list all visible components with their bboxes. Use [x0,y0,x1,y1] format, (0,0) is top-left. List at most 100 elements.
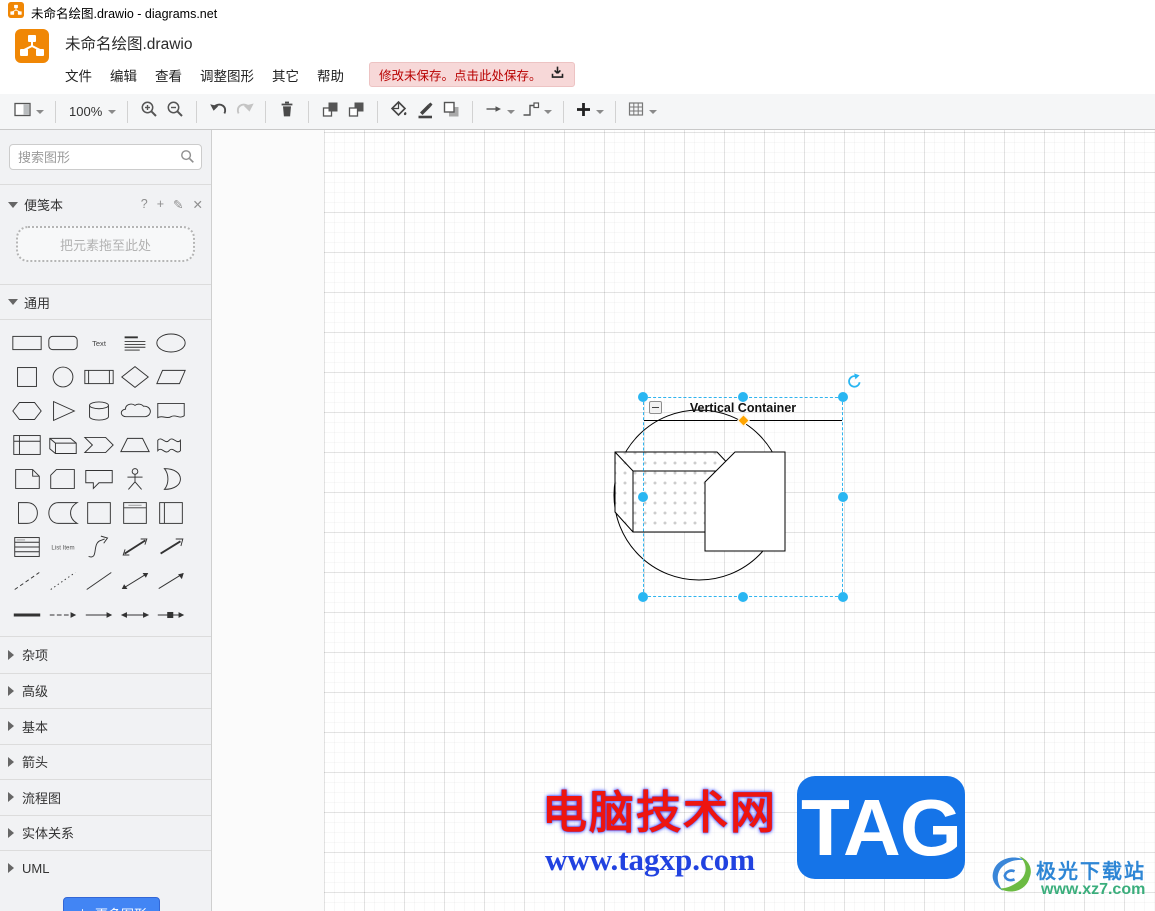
help-icon[interactable]: ? [141,197,148,212]
delete-button[interactable] [274,98,300,126]
selection-handle-s[interactable] [738,592,748,602]
palette-shape-list-item[interactable]: List Item [45,530,81,564]
palette-shape-tape[interactable] [153,428,189,462]
zoom-level-button[interactable]: 100% [64,98,119,126]
palette-shape-directional-connector[interactable] [153,564,189,598]
palette-shape-bidirectional-connector[interactable] [117,564,153,598]
shadow-button[interactable] [438,98,464,126]
table-button[interactable] [624,98,660,126]
palette-shape-cube[interactable] [45,428,81,462]
waypoints-button[interactable] [518,98,555,126]
palette-shape-horizontal-container[interactable] [153,496,189,530]
selection-handle-sw[interactable] [638,592,648,602]
menu-item-0[interactable]: 文件 [65,65,92,85]
line-color-button[interactable] [412,98,438,126]
view-panels-button[interactable] [10,98,47,126]
to-front-button[interactable] [317,98,343,126]
palette-shape-arrow-box[interactable] [153,598,189,632]
palette-shape-arrow[interactable] [153,530,189,564]
palette-shape-square[interactable] [9,360,45,394]
palette-shape-hexagon[interactable] [9,394,45,428]
palette-shape-actor[interactable] [117,462,153,496]
add-icon[interactable]: + [157,197,164,212]
palette-shape-link[interactable] [9,598,45,632]
close-icon[interactable]: ✕ [193,197,203,212]
selection-handle-e[interactable] [838,492,848,502]
sidebar-section-1[interactable]: 高级 [0,672,211,709]
collapse-container-button[interactable] [649,401,662,414]
palette-shape-or[interactable] [153,462,189,496]
search-icon[interactable] [180,149,195,169]
palette-shape-cloud[interactable] [117,394,153,428]
collapse-triangle-icon [8,201,18,208]
sidebar-section-4[interactable]: 流程图 [0,779,211,815]
zoom-in-button[interactable] [136,98,162,126]
palette-shape-list[interactable] [9,530,45,564]
unsaved-changes-banner[interactable]: 修改未保存。点击此处保存。 [369,62,575,87]
insert-button[interactable] [572,98,607,126]
sidebar-section-0[interactable]: 杂项 [0,637,211,673]
palette-shape-parallelogram[interactable] [153,360,189,394]
palette-shape-circle[interactable] [45,360,81,394]
menu-item-3[interactable]: 调整图形 [200,65,254,85]
palette-shape-process[interactable] [81,360,117,394]
palette-shape-and[interactable] [9,496,45,530]
palette-shape-callout[interactable] [81,462,117,496]
sidebar-section-2[interactable]: 基本 [0,708,211,744]
palette-shape-textbox[interactable] [117,326,153,360]
edit-icon[interactable]: ✎ [173,197,183,212]
rotate-handle[interactable] [846,373,863,395]
palette-shape-text[interactable]: Text [81,326,117,360]
palette-shape-rounded-rectangle[interactable] [45,326,81,360]
sidebar-section-3[interactable]: 箭头 [0,743,211,780]
palette-shape-container[interactable] [81,496,117,530]
palette-shape-rectangle[interactable] [9,326,45,360]
palette-shape-data-storage[interactable] [45,496,81,530]
sidebar-section-6[interactable]: UML [0,850,211,886]
redo-button[interactable] [231,98,257,126]
palette-shape-dotted-line[interactable] [45,564,81,598]
drawing-canvas[interactable]: Vertical Container 电脑技术网 www.tagxp.com T… [212,130,1155,911]
palette-shape-ellipse[interactable] [153,326,189,360]
more-shapes-button[interactable]: ＋ 更多图形 [63,897,161,911]
palette-shape-dashed-line[interactable] [9,564,45,598]
palette-shape-step[interactable] [81,428,117,462]
undo-button[interactable] [205,98,231,126]
selection-box[interactable]: Vertical Container [638,392,848,602]
selection-handle-se[interactable] [838,592,848,602]
menu-item-5[interactable]: 帮助 [317,65,344,85]
palette-shape-cylinder[interactable] [81,394,117,428]
selection-handle-nw[interactable] [638,392,648,402]
general-section-header[interactable]: 通用 [0,285,211,320]
title-edit-handle[interactable] [737,414,750,427]
search-input[interactable] [9,144,202,170]
zoom-out-button[interactable] [162,98,188,126]
palette-shape-card[interactable] [45,462,81,496]
palette-shape-trapezoid[interactable] [117,428,153,462]
scratchpad-dropzone[interactable]: 把元素拖至此处 [16,226,195,262]
menu-item-2[interactable]: 查看 [155,65,182,85]
menu-item-1[interactable]: 编辑 [110,65,137,85]
palette-shape-diamond[interactable] [117,360,153,394]
fill-color-button[interactable] [386,98,412,126]
palette-shape-curve[interactable] [81,530,117,564]
palette-shape-document[interactable] [153,394,189,428]
to-back-button[interactable] [343,98,369,126]
selection-handle-n[interactable] [738,392,748,402]
palette-shape-internal-storage[interactable] [9,428,45,462]
toolbar-separator [196,100,198,123]
palette-shape-line[interactable] [81,564,117,598]
selection-handle-w[interactable] [638,492,648,502]
palette-shape-simple-arrow[interactable] [81,598,117,632]
connection-style-button[interactable] [481,98,518,126]
palette-shape-simple-double-arrow[interactable] [117,598,153,632]
palette-shape-note[interactable] [9,462,45,496]
sidebar-section-5[interactable]: 实体关系 [0,814,211,851]
menu-item-4[interactable]: 其它 [272,65,299,85]
palette-shape-triangle[interactable] [45,394,81,428]
palette-shape-vertical-container[interactable] [117,496,153,530]
scratchpad-header[interactable]: 便笺本 ? + ✎ ✕ [0,185,211,214]
document-title[interactable]: 未命名绘图.drawio [65,32,192,54]
palette-shape-arrow-link[interactable] [45,598,81,632]
palette-shape-bidirectional-arrow[interactable] [117,530,153,564]
